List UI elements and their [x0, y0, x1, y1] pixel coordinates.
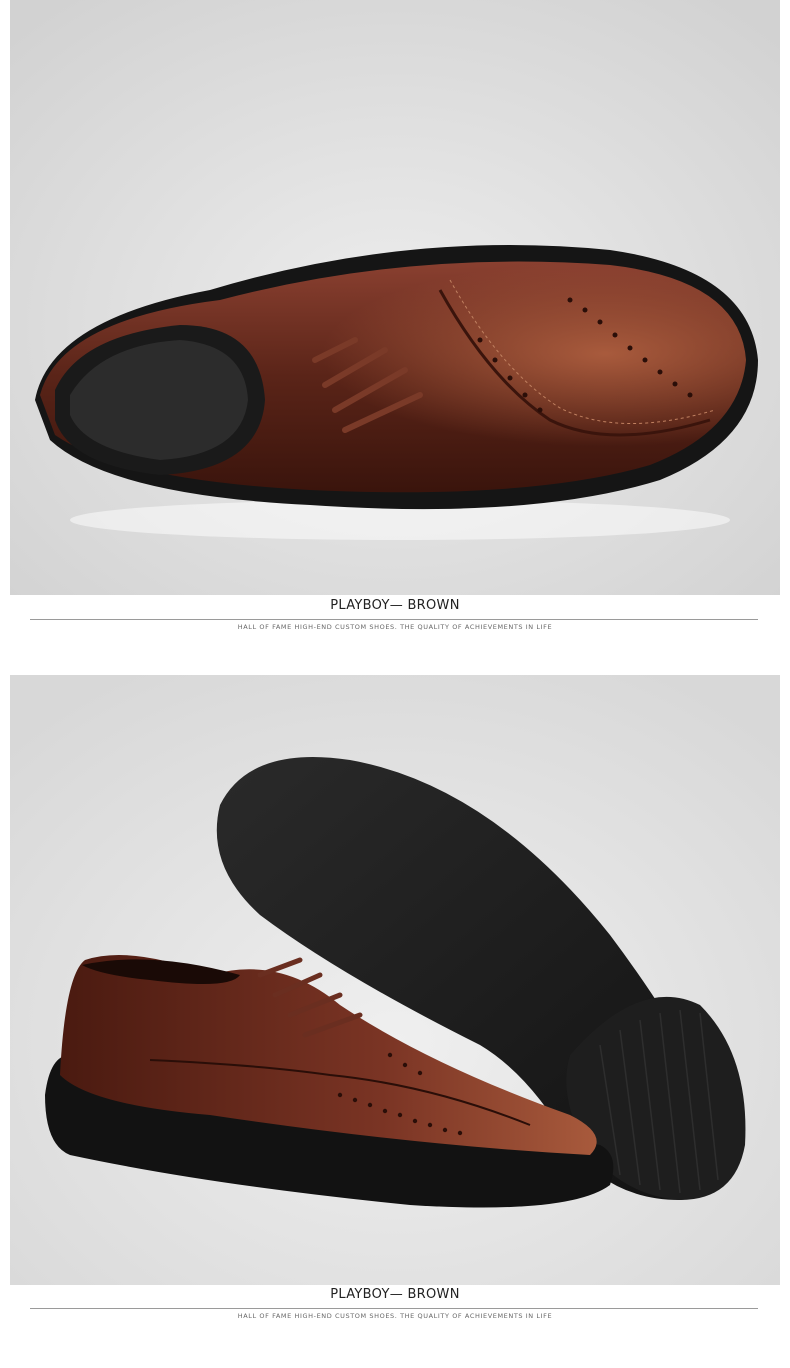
product-tagline-1: HALL OF FAME HIGH-END CUSTOM SHOES. THE … [237, 623, 553, 631]
product-caption-1: PLAYBOY— BROWN [330, 598, 460, 613]
product-photo-side [10, 675, 780, 1285]
product-tagline-2: HALL OF FAME HIGH-END CUSTOM SHOES. THE … [237, 1312, 553, 1320]
caption-divider-1 [30, 619, 758, 620]
caption-divider-2 [30, 1308, 758, 1309]
product-caption-2: PLAYBOY— BROWN [330, 1287, 460, 1302]
product-photo-top [10, 0, 780, 595]
